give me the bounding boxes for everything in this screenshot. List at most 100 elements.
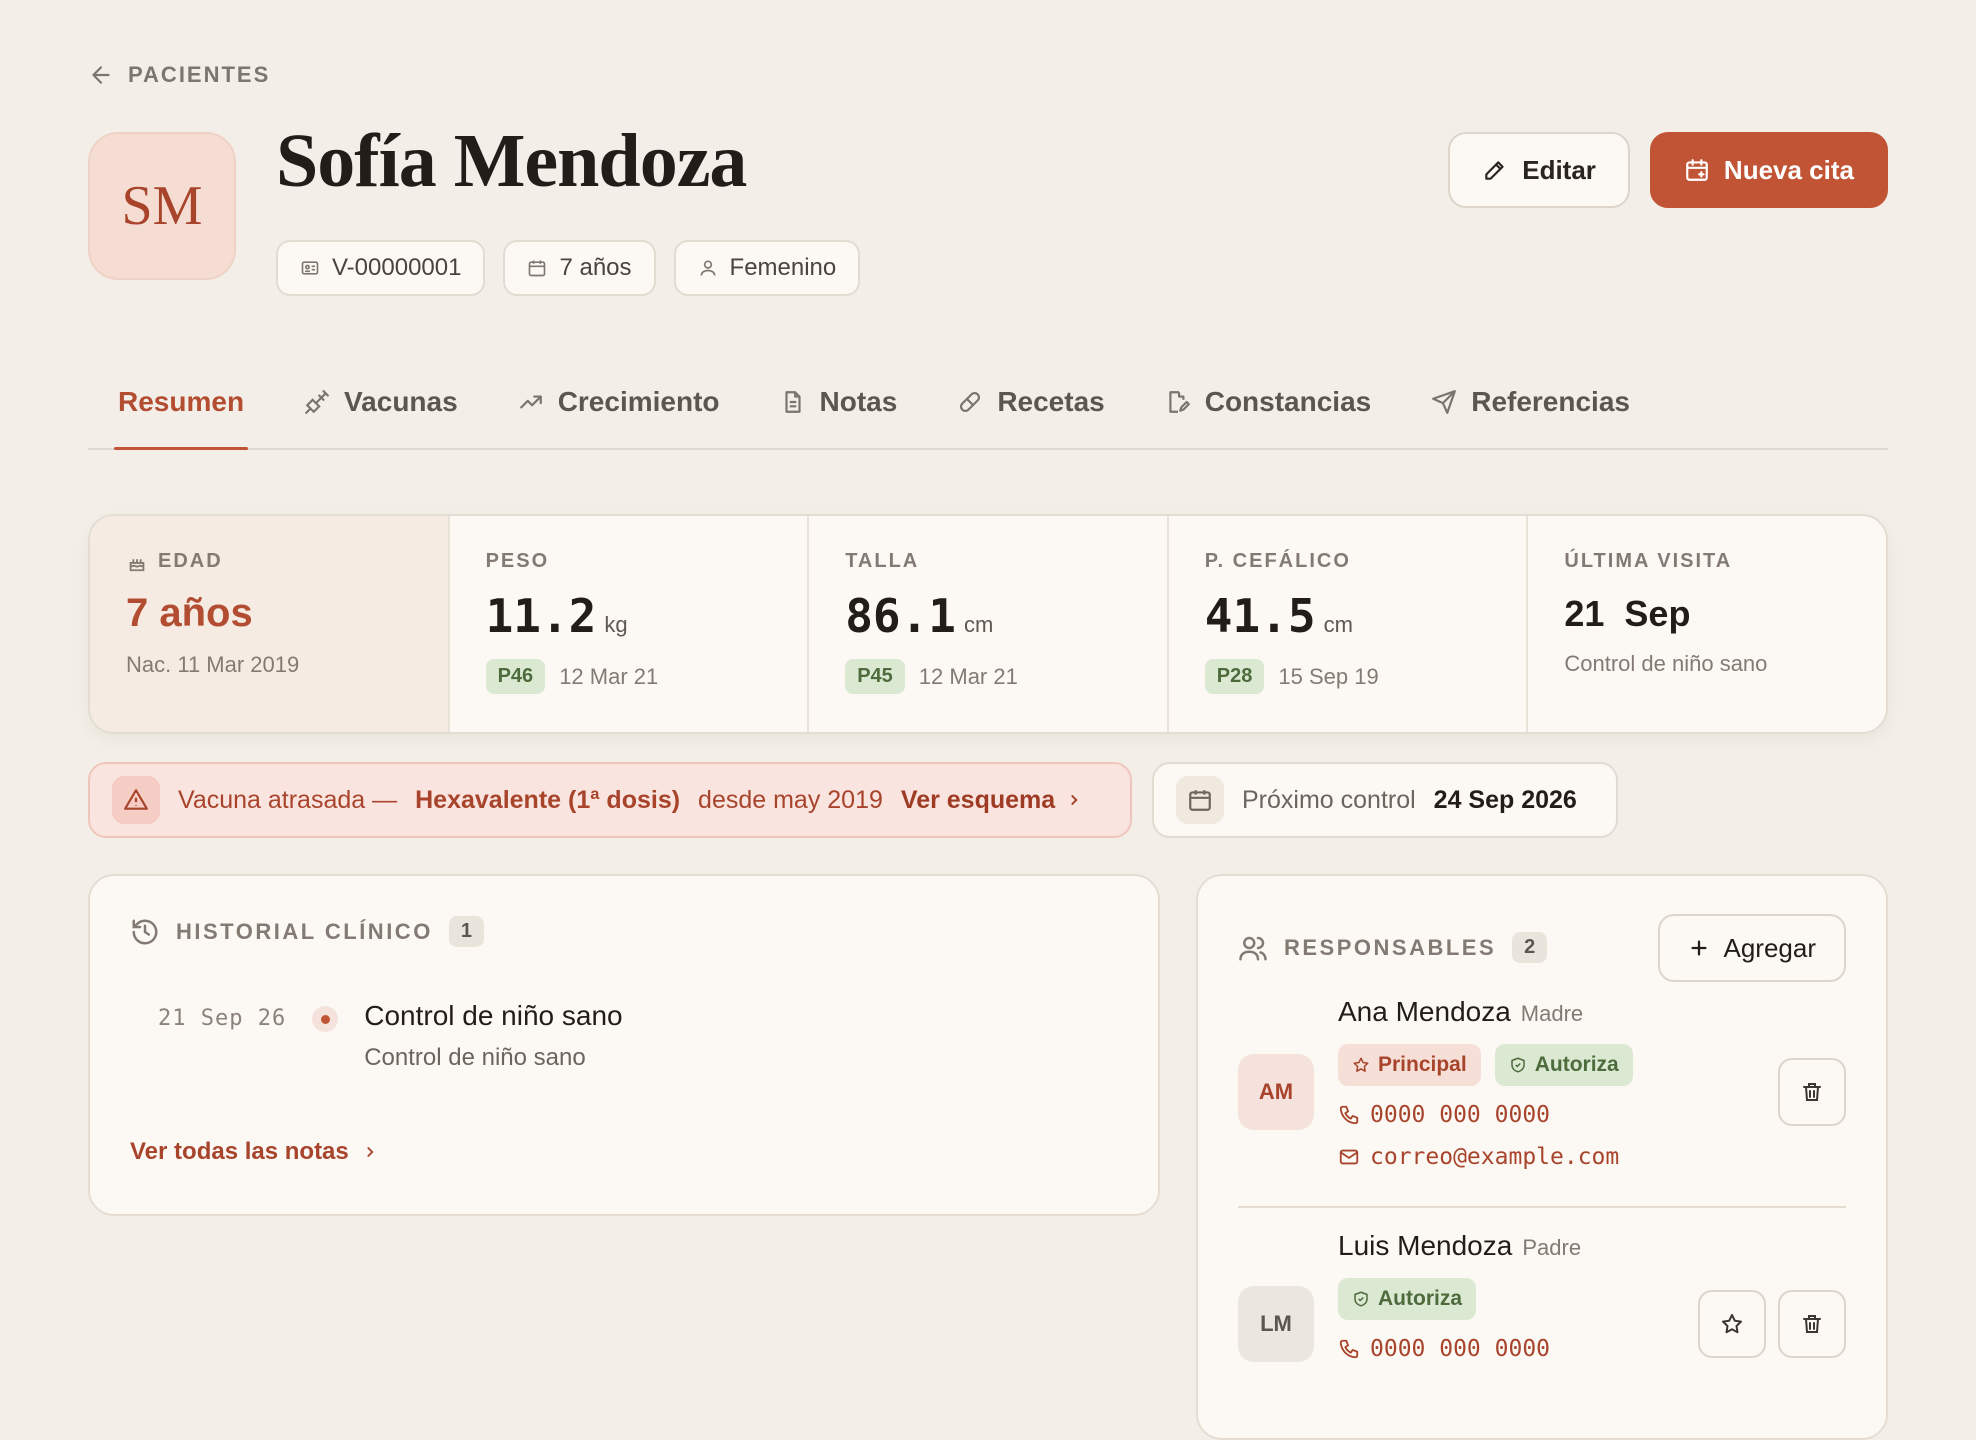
pill-icon [960,391,981,413]
tab-referencias[interactable]: Referencias [1401,356,1660,448]
guardian-info: Ana Mendoza Madre Principal Autoriza 0000… [1338,996,1633,1170]
tab-label: Constancias [1204,386,1372,417]
percentile-badge: P46 [485,659,546,694]
tab-recetas[interactable]: Recetas [927,356,1134,448]
make-principal-button[interactable] [1698,1290,1766,1358]
guardian-role: Padre [1522,1235,1582,1260]
back-link[interactable]: PACIENTES [88,62,270,88]
all-notes-link[interactable]: Ver todas las notas [130,1138,379,1166]
stat-unit: cm [1323,612,1353,637]
id-chip: V-00000001 [276,240,486,296]
stat-meta: P46 12 Mar 21 [485,659,772,694]
star-icon [1722,1314,1742,1334]
stat-weight: PESO 11.2 kg P46 12 Mar 21 [450,516,810,732]
id-number: V-00000001 [332,254,462,281]
id-card-icon [301,261,319,275]
shield-check-icon [1510,1057,1525,1073]
delete-guardian-button[interactable] [1778,1058,1846,1126]
guardians-card: RESPONSABLES 2 Agregar AM Ana Mendoza Mad… [1196,874,1888,1440]
stat-value: 11.2 [485,589,597,643]
send-icon [1432,390,1457,414]
stat-value: 21 Sep [1564,593,1691,634]
authorizes-badge: Autoriza [1338,1278,1476,1320]
age-value: 7 años [559,254,632,281]
email-link[interactable]: correo@example.com [1338,1144,1633,1170]
guardians-header: RESPONSABLES 2 [1238,932,1548,963]
users-icon [1239,936,1267,960]
calendar-icon [1189,790,1211,811]
mail-icon [1339,1149,1359,1165]
history-entry[interactable]: 21 Sep 26 Control de niño sano Control d… [158,1000,623,1072]
add-label: Agregar [1723,932,1817,963]
tab-crecimiento[interactable]: Crecimiento [488,356,750,448]
edit-label: Editar [1522,154,1596,185]
alert-since: desde may 2019 [698,785,883,814]
phone-number: 0000 000 0000 [1370,1102,1551,1128]
guardian-item: AM Ana Mendoza Madre Principal Autoriza 0… [1238,996,1846,1208]
trash-icon [1803,1083,1821,1101]
guardian-name-row: Ana Mendoza Madre [1338,996,1633,1028]
stat-unit: kg [604,612,628,637]
authorizes-badge: Autoriza [1494,1044,1633,1086]
stat-age-heading: EDAD [126,550,412,573]
stat-meta: P45 12 Mar 21 [845,659,1131,694]
syringe-icon [305,390,329,414]
vitals-summary: EDAD 7 años Nac. 11 Mar 2019 PESO 11.2 kg… [88,514,1888,734]
page-title: Sofía Mendoza [276,119,747,203]
chevron-right-icon [366,1146,374,1158]
calendar-plus-icon [1686,159,1708,181]
warning-icon [124,789,148,810]
tab-label: Notas [819,386,898,417]
tab-notas[interactable]: Notas [750,356,928,448]
stat-label: PESO [485,550,550,572]
avatar: AM [1238,1054,1314,1130]
measure-date: 15 Sep 19 [1278,663,1379,689]
next-icon-wrap [1176,776,1224,824]
next-control: Próximo control 24 Sep 2026 [1152,762,1618,838]
header-actions: Editar Nueva cita [1448,132,1888,208]
phone-link[interactable]: 0000 000 0000 [1338,1336,1581,1362]
tab-label: Vacunas [344,386,458,417]
stat-value-row: 41.5 cm [1205,589,1491,643]
chevron-right-icon [1071,794,1078,806]
delete-guardian-button[interactable] [1778,1290,1846,1358]
trending-up-icon [519,395,542,409]
entry-body: Control de niño sano Control de niño san… [364,1000,622,1072]
tab-bar: Resumen Vacunas Crecimiento Notas Receta… [88,356,1888,450]
stat-label: EDAD [158,550,223,572]
guardian-tags: Principal Autoriza [1338,1044,1633,1086]
stat-value: 86.1 [845,589,956,643]
history-icon [132,919,158,944]
history-card: HISTORIAL CLÍNICO 1 21 Sep 26 Control de… [88,874,1160,1216]
view-schedule-link[interactable]: Ver esquema [901,786,1083,815]
tab-constancias[interactable]: Constancias [1135,356,1402,448]
tab-label: Resumen [118,386,245,417]
guardian-name-row: Luis Mendoza Padre [1338,1230,1581,1262]
principal-badge: Principal [1338,1044,1481,1086]
tag-label: Principal [1378,1053,1467,1076]
stat-head-circumference: P. CEFÁLICO 41.5 cm P28 15 Sep 19 [1169,516,1529,732]
tab-label: Recetas [997,386,1105,417]
phone-link[interactable]: 0000 000 0000 [1338,1102,1633,1128]
guardian-info: Luis Mendoza Padre Autoriza 0000 000 0000 [1338,1230,1581,1362]
plus-icon [1690,940,1707,956]
star-icon [1353,1057,1369,1072]
next-control-label: Próximo control [1242,785,1416,814]
phone-icon [1339,1105,1359,1125]
patient-chips: V-00000001 7 años Femenino [276,240,861,296]
guardian-name: Luis Mendoza [1338,1230,1513,1261]
arrow-left-icon [92,66,110,84]
guardian-role: Madre [1520,1001,1584,1026]
new-appointment-button[interactable]: Nueva cita [1649,132,1888,208]
stat-value-row: 11.2 kg [486,589,772,643]
edit-button[interactable]: Editar [1448,132,1630,208]
guardian-name: Ana Mendoza [1338,996,1511,1027]
shield-check-icon [1354,1291,1368,1307]
add-guardian-button[interactable]: Agregar [1657,914,1846,982]
tab-resumen[interactable]: Resumen [88,356,274,450]
tab-vacunas[interactable]: Vacunas [274,356,488,448]
link-label: Ver esquema [900,785,1056,814]
alert-icon-wrap [112,776,160,824]
patient-page: PACIENTES SM Sofía Mendoza V-00000001 7 … [0,0,1976,1440]
history-count: 1 [448,916,484,947]
